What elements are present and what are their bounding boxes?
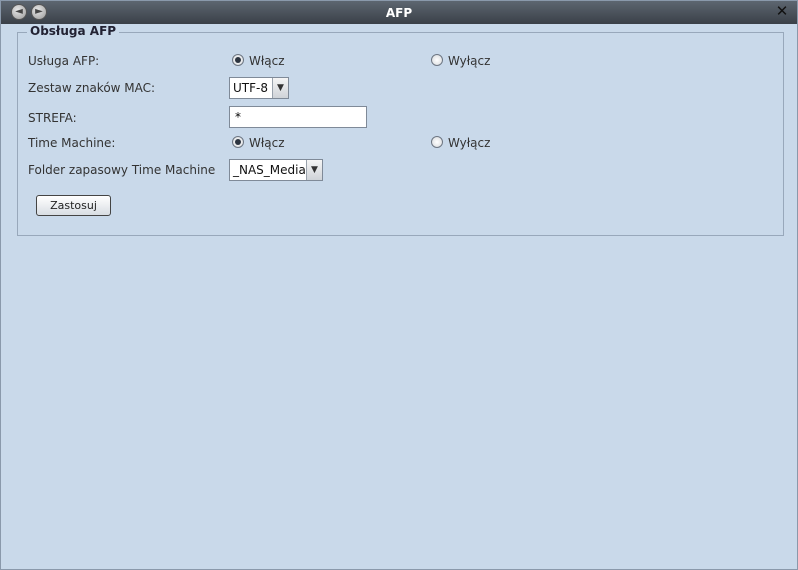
close-button[interactable]: ✕	[775, 2, 789, 20]
tm-backup-folder-label: Folder zapasowy Time Machine	[28, 163, 216, 177]
afp-service-on-label: Włącz	[249, 54, 285, 68]
chevron-down-icon: ▼	[272, 78, 288, 98]
time-machine-off-radio[interactable]	[431, 136, 443, 148]
zone-label: STREFA:	[28, 111, 77, 125]
tm-backup-folder-select[interactable]: _NAS_Media ▼	[229, 159, 323, 181]
apply-button[interactable]: Zastosuj	[36, 195, 111, 216]
content-area: Obsługa AFP Usługa AFP: Włącz Wyłącz Zes…	[6, 24, 793, 566]
section-legend: Obsługa AFP	[27, 24, 120, 38]
zone-input[interactable]	[229, 106, 367, 128]
chevron-down-icon: ▼	[306, 160, 322, 180]
mac-charset-label: Zestaw znaków MAC:	[28, 81, 156, 95]
afp-settings-fieldset: Obsługa AFP Usługa AFP: Włącz Wyłącz Zes…	[17, 24, 784, 236]
afp-service-on-radio[interactable]	[232, 54, 244, 66]
window-title: AFP	[385, 6, 413, 20]
time-machine-off-label: Wyłącz	[448, 136, 491, 150]
tm-backup-folder-value: _NAS_Media	[233, 163, 306, 177]
afp-service-label: Usługa AFP:	[28, 54, 100, 68]
close-icon: ✕	[775, 2, 789, 20]
afp-service-off-radio[interactable]	[431, 54, 443, 66]
afp-service-off-label: Wyłącz	[448, 54, 491, 68]
time-machine-label: Time Machine:	[28, 136, 116, 150]
time-machine-on-label: Włącz	[249, 136, 285, 150]
time-machine-on-radio[interactable]	[232, 136, 244, 148]
mac-charset-select[interactable]: UTF-8 ▼	[229, 77, 289, 99]
mac-charset-value: UTF-8	[233, 81, 268, 95]
afp-window: ◄ ► AFP ✕ Obsługa AFP Usługa AFP: Włącz …	[0, 0, 798, 570]
title-bar: ◄ ► AFP ✕	[1, 1, 797, 24]
